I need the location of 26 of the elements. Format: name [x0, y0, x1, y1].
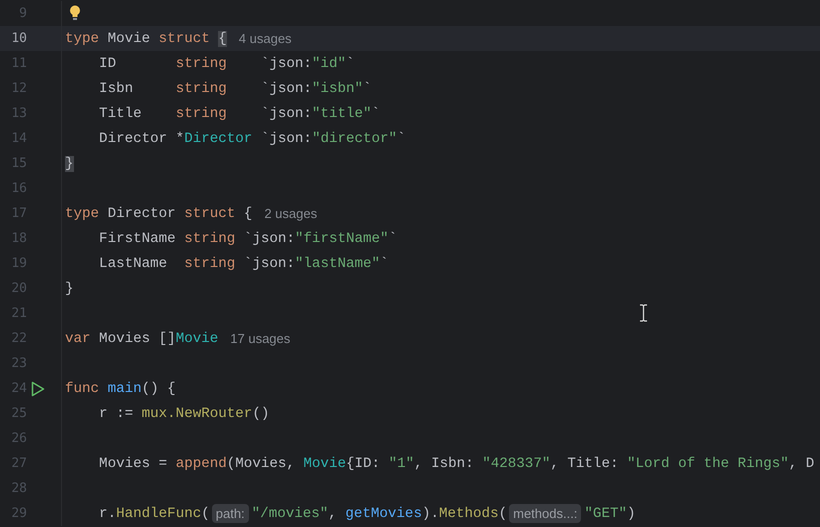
- lightbulb-icon[interactable]: [69, 5, 81, 21]
- code-text: Title string `json:"title"`: [98, 106, 380, 122]
- code-text: Director *Director `json:"director"`: [98, 130, 406, 146]
- code-text: type Director struct {: [65, 206, 252, 222]
- code-text: r.HandleFunc(: [98, 506, 210, 522]
- code-text: }: [65, 156, 74, 172]
- usages-hint[interactable]: 4 usages: [238, 31, 292, 46]
- code-text: Movies = append(Movies, Movie{ID: "1", Isbn: "428337", Title: "Lord of the Rings", D: [98, 456, 814, 472]
- code-text: r := mux.NewRouter(): [98, 406, 270, 422]
- code-text: func main() {: [65, 380, 176, 396]
- code-text: ID string `json:"id"`: [98, 56, 354, 72]
- code-text: LastName string `json:"lastName"`: [98, 256, 389, 272]
- usages-hint[interactable]: 17 usages: [230, 331, 290, 346]
- code-text: Isbn string `json:"isbn"`: [98, 80, 372, 96]
- code-text: type Movie struct {: [65, 30, 227, 46]
- code-text: }: [65, 280, 74, 296]
- code-text: "/movies", getMovies).Methods(: [252, 506, 508, 522]
- code-text: FirstName string `json:"firstName"`: [98, 230, 398, 246]
- usages-hint[interactable]: 2 usages: [264, 206, 318, 221]
- run-icon[interactable]: [31, 380, 45, 396]
- text-cursor-icon: [639, 304, 648, 322]
- code-text: "GET"): [584, 506, 636, 522]
- parameter-hint: methods...:: [509, 504, 582, 523]
- code-text: var Movies []Movie: [65, 330, 218, 346]
- parameter-hint: path:: [212, 504, 249, 523]
- line-number: 10: [10, 31, 27, 46]
